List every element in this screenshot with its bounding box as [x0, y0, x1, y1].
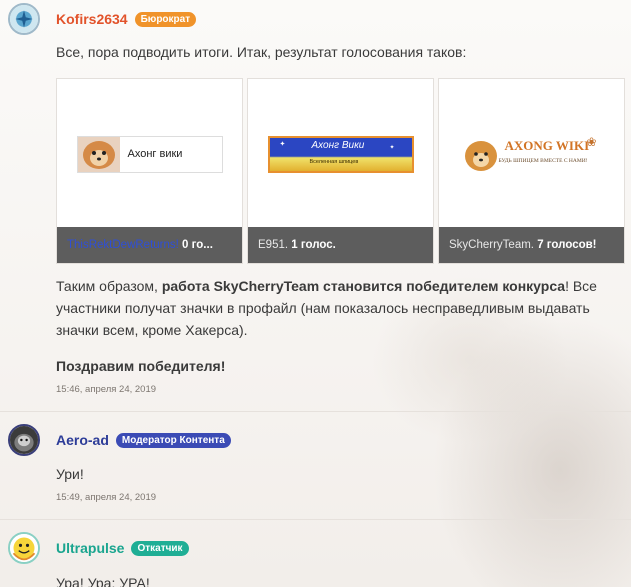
gallery-tile[interactable]: Ахонг Вики Вселенная шпицев ✦ ✦ E951. 1 …: [247, 78, 434, 264]
image-gallery: Ахонг вики ThisRektDewReturns! 0 го... А…: [56, 78, 625, 264]
avatar-image: [10, 5, 38, 33]
congratulation-text: Поздравим победителя!: [56, 358, 226, 374]
avatar[interactable]: [8, 532, 40, 564]
gallery-caption: E951. 1 голос.: [248, 227, 433, 263]
gallery-image[interactable]: Ахонг вики: [57, 79, 242, 229]
paw-icon: ❀: [586, 135, 597, 149]
username[interactable]: Kofirs2634: [56, 11, 128, 27]
comment-text: Все, пора подводить итоги. Итак, результ…: [56, 44, 467, 60]
caption-author: E951.: [258, 239, 289, 251]
gallery-tile[interactable]: Ахонг вики ThisRektDewReturns! 0 го...: [56, 78, 243, 264]
logo-text: AXONG WIKI: [504, 138, 590, 153]
gallery-caption: ThisRektDewReturns! 0 го...: [57, 227, 242, 263]
logo-subtext: БУДЬ ШПИЦЕМ ВМЕСТЕ С НАМИ!: [498, 158, 588, 164]
caption-author: SkyCherryTeam.: [449, 239, 534, 251]
comment-header: Kofirs2634 Бюрократ: [8, 3, 197, 35]
username[interactable]: Ultrapulse: [56, 540, 124, 556]
gallery-caption: SkyCherryTeam. 7 голосов!: [439, 227, 624, 263]
logo-image: Ахонг Вики Вселенная шпицев ✦ ✦: [267, 135, 414, 173]
smiley-avatar-icon: [10, 534, 38, 562]
comment-aero-ad: Aero-ad Модератор Контента Ури! 15:49, а…: [0, 412, 631, 522]
logo-image: AXONG WIKI БУДЬ ШПИЦЕМ ВМЕСТЕ С НАМИ! ❀: [458, 134, 605, 174]
star-icon: ✦: [389, 144, 395, 151]
gallery-image[interactable]: Ахонг Вики Вселенная шпицев ✦ ✦: [248, 79, 433, 229]
paragraph-bold-text: работа SkyCherryTeam становится победите…: [161, 278, 566, 294]
timestamp[interactable]: 15:46, апреля 24, 2019: [56, 384, 156, 395]
caption-author[interactable]: ThisRektDewReturns!: [67, 239, 179, 251]
caption-votes: 7 голосов!: [537, 239, 597, 251]
comment-paragraph: Таким образом, работа SkyCherryTeam стан…: [56, 275, 616, 341]
avatar-image: [10, 426, 38, 454]
comment-text: Ура! Ура: УРА!: [56, 575, 150, 587]
rollback-badge: Откатчик: [131, 540, 189, 556]
logo-image: Ахонг вики: [76, 135, 223, 173]
avatar[interactable]: [8, 3, 40, 35]
logo-text: Ахонг вики: [127, 148, 183, 160]
logo-text: Ахонг Вики: [311, 139, 365, 151]
caption-votes: 0 го...: [182, 239, 213, 251]
comment-text: Ури!: [56, 466, 84, 482]
gallery-tile[interactable]: AXONG WIKI БУДЬ ШПИЦЕМ ВМЕСТЕ С НАМИ! ❀ …: [438, 78, 625, 264]
paragraph-text: Таким образом,: [56, 278, 162, 294]
gallery-image[interactable]: AXONG WIKI БУДЬ ШПИЦЕМ ВМЕСТЕ С НАМИ! ❀: [439, 79, 624, 229]
logo-subtext: Вселенная шпицев: [309, 158, 359, 165]
moderator-badge: Модератор Контента: [115, 432, 231, 448]
dog-photo-icon: [77, 136, 120, 172]
comment-header: Aero-ad Модератор Контента: [8, 424, 231, 456]
comment-header: Ultrapulse Откатчик: [8, 532, 189, 564]
star-icon: ✦: [279, 140, 286, 148]
comment-kofirs: Kofirs2634 Бюрократ Все, пора подводить …: [0, 0, 631, 400]
avatar[interactable]: [8, 424, 40, 456]
bureaucrat-badge: Бюрократ: [134, 11, 197, 27]
comment-ultrapulse: Ultrapulse Откатчик Ура! Ура: УРА!: [0, 520, 631, 587]
timestamp[interactable]: 15:49, апреля 24, 2019: [56, 492, 156, 503]
caption-votes: 1 голос.: [291, 239, 336, 251]
dog-photo-icon: [464, 141, 497, 171]
username[interactable]: Aero-ad: [56, 432, 109, 448]
